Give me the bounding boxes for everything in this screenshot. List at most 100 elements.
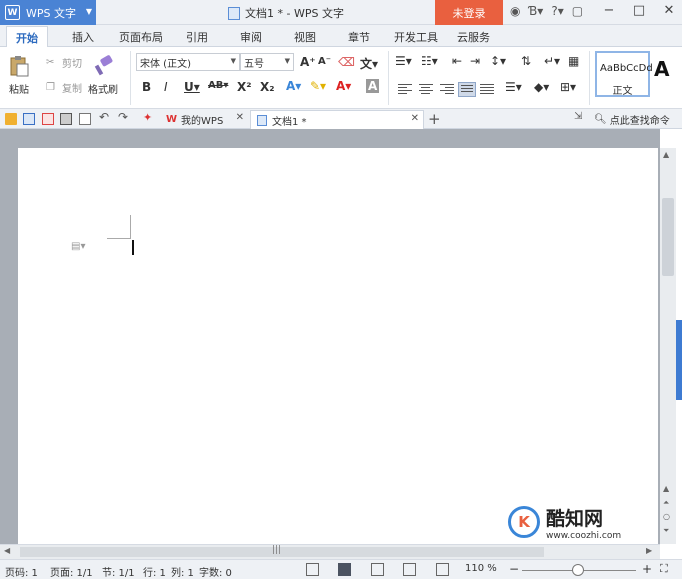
outline-view-icon[interactable] [371, 563, 384, 576]
horizontal-scrollbar[interactable]: ◀ ||| ▶ [0, 544, 660, 559]
underline-icon[interactable]: U▾ [184, 80, 200, 94]
paste-button[interactable]: 粘贴 [8, 55, 30, 96]
tab-home[interactable]: 开始 [6, 26, 48, 48]
tab-chapter[interactable]: 章节 [348, 29, 370, 45]
reading-view-icon[interactable] [436, 563, 449, 576]
copy-button[interactable]: ❐ 复制 [46, 80, 82, 96]
close-icon[interactable]: ✕ [236, 112, 244, 123]
line-spacing-icon[interactable]: ↕▾ [490, 54, 506, 68]
scroll-left-icon[interactable]: ◀ [4, 546, 10, 555]
bold-icon[interactable]: B [142, 80, 151, 94]
tab-cloud[interactable]: 云服务 [457, 29, 490, 45]
fit-page-icon[interactable]: ⛶ [660, 562, 668, 576]
distributed-icon[interactable] [480, 84, 494, 95]
sort-icon[interactable]: ⇅ [521, 54, 531, 68]
justify-icon[interactable] [458, 82, 476, 97]
tab-document[interactable]: 文档1 * ✕ [250, 110, 424, 129]
scroll-thumb[interactable] [662, 198, 674, 276]
italic-icon[interactable]: I [164, 80, 168, 94]
full-screen-view-icon[interactable] [306, 563, 319, 576]
subscript-icon[interactable]: X₂ [260, 80, 275, 94]
wps-logo-icon: W [166, 114, 178, 125]
next-page-icon[interactable]: ⏷ [663, 526, 669, 536]
save-icon[interactable] [23, 113, 35, 125]
align-center-icon[interactable] [419, 84, 433, 95]
tab-developer[interactable]: 开发工具 [394, 29, 438, 45]
cut-label: 剪切 [62, 59, 82, 70]
zoom-level[interactable]: 110 % [465, 563, 497, 574]
find-command[interactable]: 🔍︎ 点此查找命令 [594, 112, 670, 127]
text-effect-icon[interactable]: A▾ [286, 79, 301, 93]
tab-label: 文档1 * [272, 116, 307, 128]
export-pdf-icon[interactable] [42, 113, 54, 125]
tab-page-layout[interactable]: 页面布局 [119, 29, 163, 45]
paragraph-spacing-icon[interactable]: ☰▾ [505, 80, 522, 94]
tab-references[interactable]: 引用 [186, 29, 208, 45]
redo-icon[interactable]: ↷ [118, 110, 130, 124]
close-icon[interactable]: ✕ [662, 3, 676, 18]
superscript-icon[interactable]: X² [237, 80, 252, 94]
prev-page-icon[interactable]: ⏶ [663, 498, 669, 508]
help-icon[interactable]: ?▾ [551, 4, 563, 18]
shading-icon[interactable]: ◆▾ [534, 80, 549, 94]
app-menu-button[interactable]: W WPS 文字 ▼ [0, 0, 96, 25]
increase-indent-icon[interactable]: ⇥ [470, 54, 480, 68]
login-button[interactable]: 未登录 [435, 0, 503, 25]
pin-icon[interactable]: ✦ [143, 111, 155, 124]
scroll-right-icon[interactable]: ▶ [646, 546, 652, 555]
char-shading-icon[interactable]: A [366, 79, 380, 93]
border-icon[interactable]: ⊞▾ [560, 80, 576, 94]
zoom-slider-handle[interactable] [572, 564, 584, 576]
phonetic-icon[interactable]: 文▾ [360, 55, 378, 72]
undo-icon[interactable]: ↶ [99, 110, 111, 124]
shrink-font-icon[interactable]: A⁻ [318, 56, 331, 67]
tab-my-wps[interactable]: W 我的WPS ✕ [160, 110, 248, 129]
print-preview-icon[interactable] [79, 113, 91, 125]
print-icon[interactable] [60, 113, 72, 125]
select-browse-icon[interactable]: ○ [663, 512, 670, 521]
format-painter-button[interactable]: 格式刷 [88, 55, 118, 96]
pin-toolbar-icon[interactable]: ⇲ [574, 111, 586, 123]
table-icon[interactable]: ▦ [568, 54, 579, 68]
document-page[interactable]: ▤▾ [18, 148, 658, 544]
zoom-out-icon[interactable]: − [509, 562, 519, 576]
tab-label: 我的WPS [181, 116, 224, 127]
align-left-icon[interactable] [398, 84, 412, 95]
ribbon-collapse-icon[interactable]: ▢ [572, 4, 583, 18]
skin-icon[interactable]: ◉ [510, 4, 520, 18]
grow-font-icon[interactable]: A⁺ [300, 55, 316, 69]
style-normal[interactable]: AaBbCcDd 正文 [595, 51, 653, 97]
tab-review[interactable]: 审阅 [240, 29, 262, 45]
title-bar: W WPS 文字 ▼ 文档1 * - WPS 文字 未登录 ◉ Ɓ▾ ?▾ ▢ … [0, 0, 682, 25]
highlight-icon[interactable]: ✎▾ [310, 79, 326, 93]
cut-button[interactable]: ✂ 剪切 [46, 55, 82, 71]
align-right-icon[interactable] [440, 84, 454, 95]
scroll-up-icon[interactable]: ▲ [663, 150, 669, 159]
bullet-list-icon[interactable]: ☰▾ [395, 54, 412, 68]
web-view-icon[interactable] [403, 563, 416, 576]
maximize-icon[interactable]: □ [632, 3, 646, 18]
numbered-list-icon[interactable]: ☷▾ [421, 54, 438, 68]
zoom-in-icon[interactable]: + [642, 562, 652, 576]
scroll-thumb[interactable] [20, 547, 544, 557]
tab-view[interactable]: 视图 [294, 29, 316, 45]
tab-insert[interactable]: 插入 [72, 29, 94, 45]
show-marks-icon[interactable]: ↵▾ [544, 54, 560, 68]
minimize-icon[interactable]: − [602, 3, 616, 18]
decrease-indent-icon[interactable]: ⇤ [452, 54, 462, 68]
scroll-up-icon[interactable]: ▲ [663, 484, 669, 493]
feedback-icon[interactable]: Ɓ▾ [528, 4, 543, 18]
close-icon[interactable]: ✕ [411, 113, 419, 124]
paragraph-options-icon[interactable]: ▤▾ [71, 241, 85, 252]
heading-style-icon[interactable]: A [654, 57, 669, 81]
open-icon[interactable] [5, 113, 17, 125]
font-family-select[interactable]: 宋体 (正文) ▼ [136, 53, 240, 71]
vertical-scrollbar[interactable]: ▲ ▲ ⏶ ○ ⏷ [660, 148, 676, 544]
font-size-select[interactable]: 五号 ▼ [240, 53, 294, 71]
side-panel-toggle[interactable] [676, 320, 682, 400]
new-tab-icon[interactable]: + [428, 110, 441, 128]
clear-format-icon[interactable]: ⌫ [338, 55, 355, 69]
strikethrough-icon[interactable]: AB▾ [208, 80, 228, 91]
page-view-icon[interactable] [338, 563, 351, 576]
font-color-icon[interactable]: A▾ [336, 79, 351, 93]
